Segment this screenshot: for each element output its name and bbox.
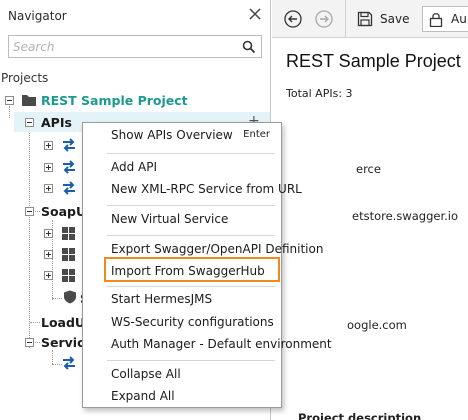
toolbar-separator [345,0,346,38]
tree-line [9,106,10,118]
close-icon[interactable] [247,6,263,22]
menu-separator [107,153,275,154]
tree-line [52,350,53,364]
menu-item-ws-security[interactable]: WS-Security configurations [84,312,280,333]
menu-item-label: New Virtual Service [111,212,229,226]
project-overview: REST Sample Project Total APIs: 3 erce e… [272,39,468,420]
menu-item-expand-all[interactable]: Expand All [84,386,280,407]
menu-item-label: WS-Security configurations [111,315,274,329]
section-heading: Project description [298,411,422,420]
grid-icon [62,269,75,282]
content-text: oogle.com [347,318,407,332]
menu-item-collapse-all[interactable]: Collapse All [84,364,280,385]
apis-expander[interactable] [25,118,34,127]
menu-separator [107,235,275,236]
soap-expander[interactable] [44,250,53,259]
projects-label: Projects [1,71,49,85]
api-arrows-icon [63,138,75,152]
tree-item-soapui[interactable]: SoapU [41,204,86,219]
menu-item-add-api[interactable]: Add API [84,157,280,178]
navigator-title: Navigator [8,9,67,23]
auth-button[interactable]: Au [422,6,468,32]
tree-item-loadui[interactable]: LoadU [41,315,85,330]
shield-icon [64,290,76,304]
menu-item-label: Add API [111,160,158,174]
grid-icon [62,248,75,261]
total-apis-count: Total APIs: 3 [286,87,353,100]
api-expander[interactable] [44,163,53,172]
menu-item-label: Auth Manager - Default environment [111,337,332,351]
menu-item-start-hermesjms[interactable]: Start HermesJMS [84,289,280,310]
menu-item-label: Import From SwaggerHub [111,264,265,278]
menu-item-label: Expand All [111,389,175,403]
content-text: erce [356,162,381,176]
lock-icon [429,13,443,27]
folder-icon [22,95,36,106]
menu-separator [107,360,275,361]
grid-icon [62,227,75,240]
toolbar: Save Au [272,0,468,38]
menu-item-label: Collapse All [111,367,181,381]
context-menu: Show APIs Overview Enter Add API New XML… [82,122,332,408]
save-label: Save [380,12,410,26]
soap-expander[interactable] [44,271,53,280]
tree-line [30,322,40,323]
menu-item-export-swagger[interactable]: Export Swagger/OpenAPI Definition [84,239,323,260]
search-box [8,35,262,58]
content-text: etstore.swagger.io [352,209,459,223]
save-icon [357,11,373,27]
menu-separator [107,205,275,206]
forward-arrow-icon[interactable] [315,10,333,28]
tree-item-service[interactable]: Servic [41,335,85,350]
auth-label: Au [451,12,467,26]
project-expander[interactable] [5,96,14,105]
api-arrows-icon [63,160,75,174]
menu-item-label: Export Swagger/OpenAPI Definition [111,242,324,256]
menu-item-shortcut: Enter [243,129,270,140]
soap-expander[interactable] [44,229,53,238]
api-expander[interactable] [44,184,53,193]
virtual-service-icon [63,356,75,370]
menu-item-auth-manager[interactable]: Auth Manager - Default environment [84,334,332,355]
menu-item-label: Start HermesJMS [111,292,213,306]
tree-line [29,128,30,348]
search-input[interactable] [13,38,233,55]
menu-item-import-swaggerhub[interactable]: Import From SwaggerHub [84,261,280,282]
page-title: REST Sample Project [286,51,461,71]
search-icon[interactable] [242,40,256,54]
menu-item-show-apis-overview[interactable]: Show APIs Overview Enter [84,125,280,146]
tree-line [52,298,62,299]
soapui-expander[interactable] [25,207,34,216]
menu-item-new-virtual-service[interactable]: New Virtual Service [84,209,280,230]
menu-separator [107,286,275,287]
api-arrows-icon [63,181,75,195]
tree-item-apis[interactable]: APIs [41,115,72,130]
api-expander[interactable] [44,141,53,150]
back-arrow-icon[interactable] [284,10,302,28]
menu-item-new-xml-rpc[interactable]: New XML-RPC Service from URL [84,179,302,200]
service-expander[interactable] [25,338,34,347]
menu-item-label: New XML-RPC Service from URL [111,182,302,196]
menu-item-label: Show APIs Overview [111,128,233,142]
tree-item-project[interactable]: REST Sample Project [41,93,188,108]
